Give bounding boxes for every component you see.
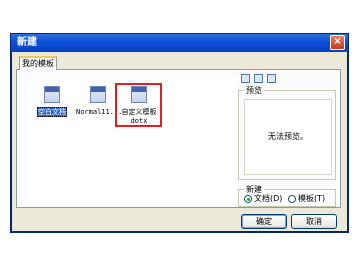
cancel-button[interactable]: 取消 xyxy=(291,214,337,229)
dialog-title: 新建 xyxy=(17,37,37,48)
preview-legend: 预览 xyxy=(244,86,264,95)
title-bar[interactable] xyxy=(11,34,348,52)
highlight-box xyxy=(115,83,162,127)
radio-document-label[interactable]: 文档(D) xyxy=(254,193,282,204)
word-document-icon xyxy=(90,86,106,103)
list-view-icon[interactable] xyxy=(254,74,263,83)
details-view-icon[interactable] xyxy=(267,74,276,83)
radio-template[interactable] xyxy=(288,195,296,203)
tab-my-templates[interactable]: 我的模板 xyxy=(19,56,57,70)
template-label: 空白文档 xyxy=(37,107,67,117)
preview-message: 无法预览。 xyxy=(268,132,308,141)
radio-document[interactable] xyxy=(244,195,252,203)
close-button[interactable]: × xyxy=(330,35,345,50)
blank-document-icon xyxy=(44,86,60,103)
large-icons-view-icon[interactable] xyxy=(241,74,250,83)
radio-template-label[interactable]: 模板(T) xyxy=(298,193,325,204)
template-label: Normal11... xyxy=(76,108,123,116)
ok-button[interactable]: 确定 xyxy=(241,214,287,229)
